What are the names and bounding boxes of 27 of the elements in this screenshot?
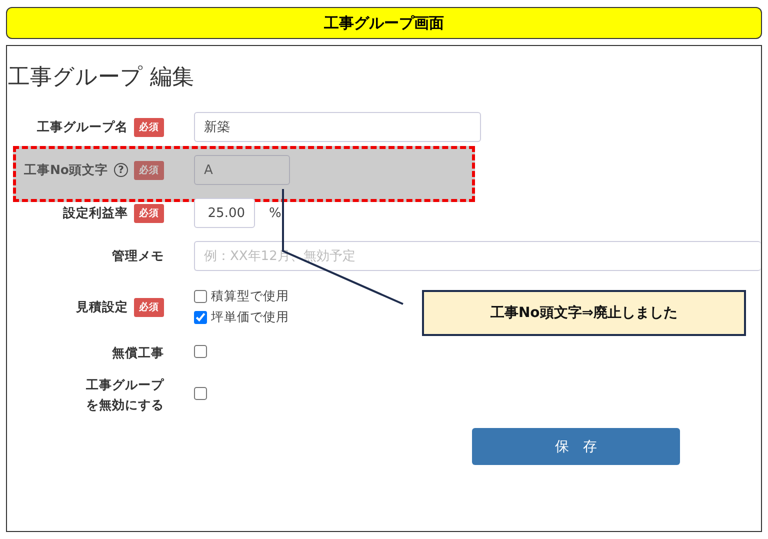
checkbox[interactable] bbox=[194, 311, 207, 324]
text-field[interactable]: A bbox=[194, 155, 290, 185]
checkbox-label: 積算型で使用 bbox=[211, 288, 289, 305]
page-heading: 工事グループ 編集 bbox=[8, 64, 194, 92]
required-badge: 必須 bbox=[134, 298, 164, 316]
unit-label: % bbox=[269, 206, 282, 220]
field-label: 設定利益率 bbox=[63, 204, 128, 222]
checkbox[interactable] bbox=[194, 387, 207, 400]
field-label: を無効にする bbox=[86, 396, 164, 414]
field-label: 無償工事 bbox=[112, 344, 164, 362]
checkbox-label: 坪単価で使用 bbox=[211, 309, 289, 326]
field-label: 工事No頭文字 bbox=[24, 161, 108, 180]
field-label: 工事グループ名 bbox=[37, 118, 128, 136]
screen-title-banner: 工事グループ画面 bbox=[6, 7, 762, 39]
help-icon[interactable]: ? bbox=[114, 163, 128, 177]
text-field[interactable]: 新築 bbox=[194, 112, 481, 142]
field-label: 工事グループ bbox=[86, 376, 164, 394]
required-badge: 必須 bbox=[134, 118, 164, 136]
callout-note: 工事No頭文字⇒廃止しました bbox=[422, 290, 746, 336]
checkbox[interactable] bbox=[194, 345, 207, 358]
field-label: 見積設定 bbox=[76, 298, 128, 316]
required-badge: 必須 bbox=[134, 204, 164, 222]
checkbox[interactable] bbox=[194, 290, 207, 303]
number-field[interactable]: 25.00 bbox=[194, 198, 255, 228]
save-button[interactable]: 保 存 bbox=[472, 428, 680, 466]
required-badge: 必須 bbox=[134, 160, 164, 180]
field-label: 管理メモ bbox=[112, 247, 164, 266]
